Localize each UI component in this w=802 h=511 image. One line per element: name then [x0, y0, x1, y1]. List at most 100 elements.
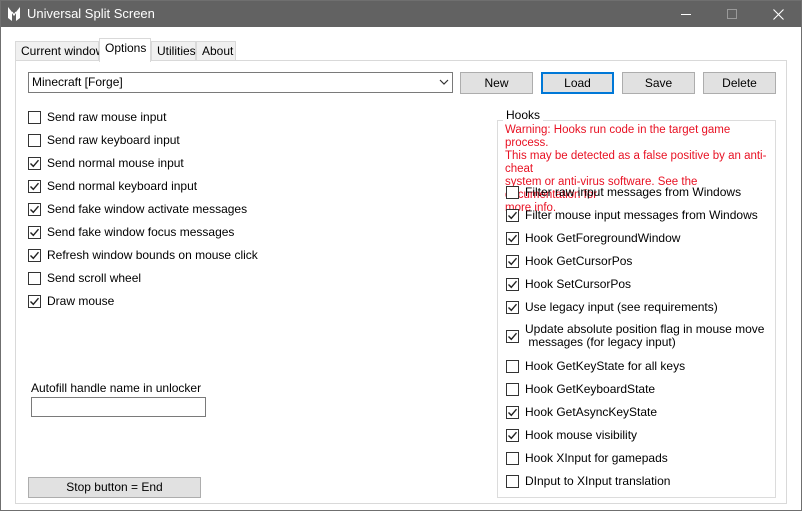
checkbox-label: DInput to XInput translation [525, 474, 671, 488]
hook-getcursorpos-checkbox[interactable]: Hook GetCursorPos [506, 254, 632, 272]
checkmark-icon [508, 234, 518, 243]
checkbox-box[interactable] [28, 180, 41, 193]
send-fake-focus-checkbox[interactable]: Send fake window focus messages [28, 225, 234, 243]
checkbox-box[interactable] [506, 232, 519, 245]
stop-button[interactable]: Stop button = End [28, 477, 201, 498]
checkbox-box[interactable] [506, 330, 519, 343]
checkbox-label: Hook mouse visibility [525, 428, 638, 442]
checkbox-label: Draw mouse [47, 294, 115, 308]
checkbox-box[interactable] [28, 134, 41, 147]
send-scroll-wheel-checkbox[interactable]: Send scroll wheel [28, 271, 141, 289]
checkmark-icon [30, 205, 40, 214]
checkmark-icon [508, 408, 518, 417]
use-legacy-input-checkbox[interactable]: Use legacy input (see requirements) [506, 300, 718, 318]
checkbox-box[interactable] [506, 278, 519, 291]
checkbox-label: Use legacy input (see requirements) [525, 300, 718, 314]
checkbox-box[interactable] [506, 255, 519, 268]
hook-getasynckeystate-checkbox[interactable]: Hook GetAsyncKeyState [506, 405, 657, 423]
hook-getforegroundwindow-checkbox[interactable]: Hook GetForegroundWindow [506, 231, 680, 249]
tab-about[interactable]: About [196, 41, 236, 61]
tab-options[interactable]: Options [99, 38, 151, 62]
minimize-button[interactable] [663, 1, 709, 27]
checkbox-box[interactable] [506, 406, 519, 419]
checkbox-box[interactable] [28, 111, 41, 124]
checkbox-box[interactable] [28, 272, 41, 285]
checkbox-label: Send normal keyboard input [47, 179, 198, 193]
checkbox-box[interactable] [506, 429, 519, 442]
save-button[interactable]: Save [622, 72, 695, 94]
checkbox-label: Hook GetAsyncKeyState [525, 405, 658, 419]
checkbox-box[interactable] [28, 226, 41, 239]
tab-utilities[interactable]: Utilities [151, 41, 196, 61]
chevron-down-icon [439, 79, 449, 85]
checkbox-label: Send normal mouse input [47, 156, 184, 170]
window-title: Universal Split Screen [27, 6, 155, 21]
send-normal-mouse-checkbox[interactable]: Send normal mouse input [28, 156, 184, 174]
send-fake-activate-checkbox[interactable]: Send fake window activate messages [28, 202, 247, 220]
checkbox-label-line: messages (for legacy input) [525, 335, 676, 349]
send-raw-keyboard-checkbox[interactable]: Send raw keyboard input [28, 133, 180, 151]
checkbox-box[interactable] [506, 475, 519, 488]
send-raw-mouse-checkbox[interactable]: Send raw mouse input [28, 110, 166, 128]
hooks-warning-line: Warning: Hooks run code in the target ga… [505, 124, 731, 149]
autofill-handle-label: Autofill handle name in unlocker [31, 381, 202, 395]
checkbox-box[interactable] [28, 249, 41, 262]
checkbox-label: Send raw mouse input [47, 110, 167, 124]
delete-button[interactable]: Delete [703, 72, 776, 94]
maximize-icon [727, 9, 737, 19]
checkbox-label: Send raw keyboard input [47, 133, 180, 147]
dinput-to-xinput-checkbox[interactable]: DInput to XInput translation [506, 474, 670, 492]
checkbox-label: Hook GetCursorPos [525, 254, 633, 268]
minimize-icon [681, 14, 691, 15]
hook-getkeyboardstate-checkbox[interactable]: Hook GetKeyboardState [506, 382, 655, 400]
checkbox-label: Refresh window bounds on mouse click [47, 248, 258, 262]
hook-getkeystate-checkbox[interactable]: Hook GetKeyState for all keys [506, 359, 685, 377]
checkmark-icon [30, 251, 40, 260]
checkmark-icon [30, 182, 40, 191]
filter-mouse-input-checkbox[interactable]: Filter mouse input messages from Windows [506, 208, 758, 226]
tab-current-window[interactable]: Current window [15, 41, 104, 61]
checkmark-icon [508, 332, 518, 341]
checkmark-icon [30, 228, 40, 237]
hooks-warning-line: This may be detected as a false positive… [505, 150, 767, 175]
hook-xinput-checkbox[interactable]: Hook XInput for gamepads [506, 451, 668, 469]
draw-mouse-checkbox[interactable]: Draw mouse [28, 294, 114, 312]
hooks-group-title: Hooks [503, 108, 544, 122]
checkbox-label: Send fake window focus messages [47, 225, 235, 239]
checkbox-label: Hook GetKeyState for all keys [525, 359, 686, 373]
profile-dropdown-value: Minecraft [Forge] [32, 75, 123, 89]
maximize-button[interactable] [709, 1, 755, 27]
checkbox-box[interactable] [506, 452, 519, 465]
profile-dropdown[interactable]: Minecraft [Forge] [28, 72, 453, 93]
checkmark-icon [508, 211, 518, 220]
checkbox-box[interactable] [506, 383, 519, 396]
close-icon [772, 8, 784, 20]
load-button[interactable]: Load [541, 72, 614, 94]
checkbox-label: Update absolute position flag in mouse m… [525, 323, 764, 349]
checkbox-box[interactable] [28, 203, 41, 216]
checkbox-box[interactable] [28, 295, 41, 308]
checkbox-label: Send scroll wheel [47, 271, 142, 285]
checkbox-label: Filter mouse input messages from Windows [525, 208, 758, 222]
autofill-handle-input[interactable] [31, 397, 206, 417]
checkbox-box[interactable] [506, 301, 519, 314]
new-button[interactable]: New [460, 72, 533, 94]
checkbox-label: Hook XInput for gamepads [525, 451, 668, 465]
hook-mouse-visibility-checkbox[interactable]: Hook mouse visibility [506, 428, 637, 446]
checkbox-box[interactable] [28, 157, 41, 170]
checkmark-icon [508, 303, 518, 312]
filter-raw-input-checkbox[interactable]: Filter raw input messages from Windows [506, 185, 741, 203]
title-bar[interactable]: Universal Split Screen [1, 1, 801, 27]
close-button[interactable] [755, 1, 801, 27]
checkmark-icon [30, 159, 40, 168]
checkbox-box[interactable] [506, 209, 519, 222]
checkbox-box[interactable] [506, 360, 519, 373]
hook-setcursorpos-checkbox[interactable]: Hook SetCursorPos [506, 277, 631, 295]
checkbox-label: Filter raw input messages from Windows [525, 185, 742, 199]
checkbox-box[interactable] [506, 186, 519, 199]
checkbox-label: Hook SetCursorPos [525, 277, 632, 291]
checkmark-icon [30, 297, 40, 306]
refresh-bounds-checkbox[interactable]: Refresh window bounds on mouse click [28, 248, 258, 266]
update-absolute-position-checkbox[interactable]: Update absolute position flag in mouse m… [506, 322, 764, 350]
send-normal-keyboard-checkbox[interactable]: Send normal keyboard input [28, 179, 197, 197]
